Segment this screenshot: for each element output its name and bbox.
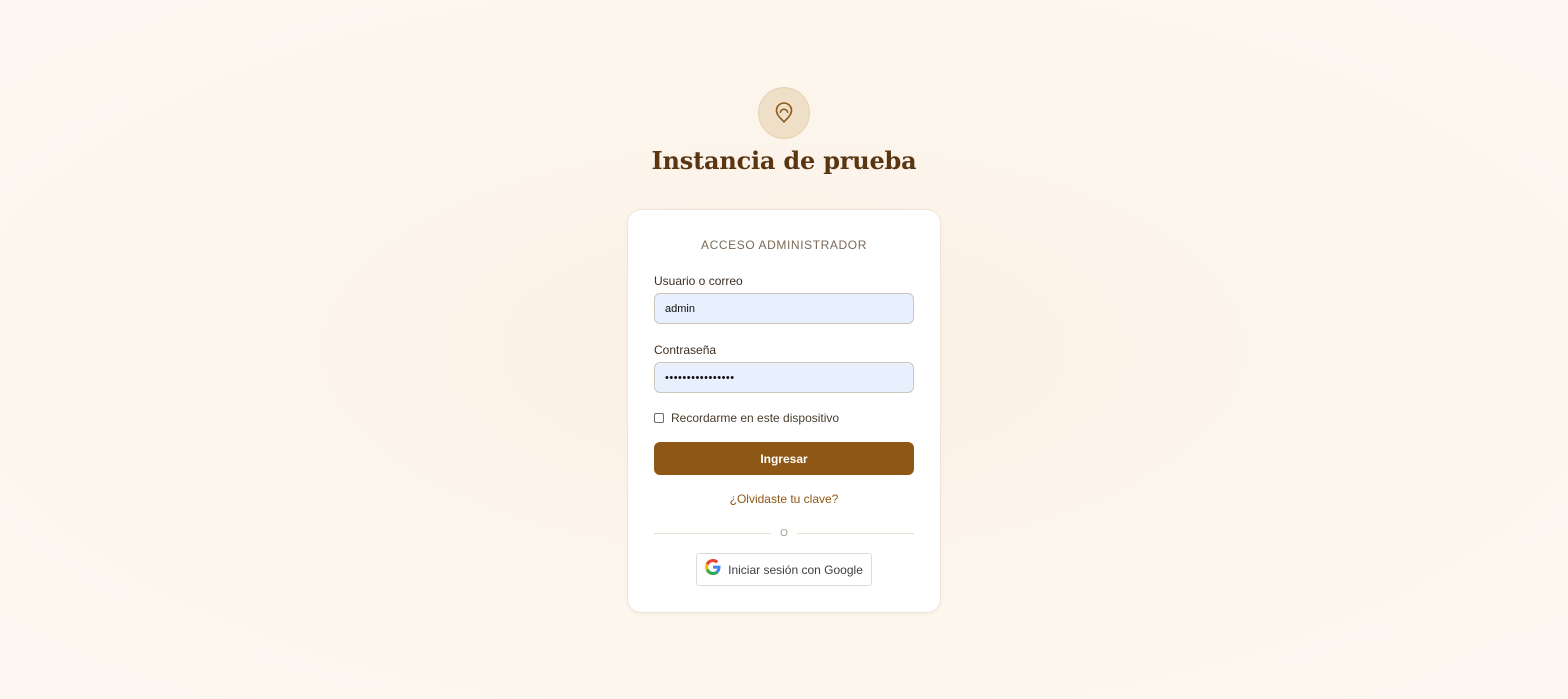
google-g-icon [705,559,721,580]
username-label: Usuario o correo [654,274,743,288]
divider-text: O [780,527,788,539]
password-label: Contraseña [654,343,717,357]
google-signin-label: Iniciar sesión con Google [728,562,863,577]
login-heading: ACCESO ADMINISTRADOR [700,238,868,252]
remember-row[interactable]: Recordarme en este dispositivo [654,411,839,425]
password-input[interactable] [654,362,914,393]
google-signin-button[interactable]: Iniciar sesión con Google [696,553,872,586]
forgot-password-link[interactable]: ¿Olvidaste tu clave? [628,492,940,506]
map-pin-icon [774,102,794,124]
login-button[interactable]: Ingresar [654,442,914,475]
app-title: Instancia de prueba [651,146,917,175]
logo-badge [758,87,810,139]
remember-label[interactable]: Recordarme en este dispositivo [671,411,839,425]
or-divider: O [654,526,914,540]
remember-checkbox[interactable] [654,413,664,423]
login-card: ACCESO ADMINISTRADOR Usuario o correo Co… [627,209,941,613]
divider-line-right [796,532,914,534]
username-input[interactable] [654,293,914,324]
divider-line-left [654,532,772,534]
